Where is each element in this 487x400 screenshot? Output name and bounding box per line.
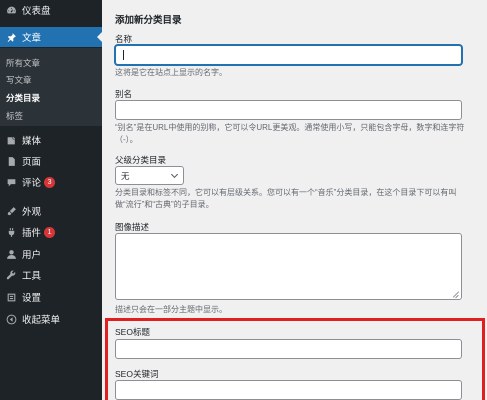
submenu-categories[interactable]: 分类目录 [6,92,40,104]
posts-submenu: 所有文章 写文章 分类目录 标签 [0,48,102,126]
image-description-label: 图像描述 [115,222,150,232]
form-title: 添加新分类目录 [115,15,182,26]
menu-label: 用户 [22,250,42,261]
menu-pages[interactable]: 页面 [0,151,102,171]
menu-posts[interactable]: 文章 [0,27,102,47]
menu-dashboard[interactable]: 仪表盘 [0,0,102,20]
parent-description: 分类目录和标签不同，它可以有层级关系。您可以有一个“音乐”分类目录，在这个目录下… [115,188,457,209]
text-caret [123,50,124,60]
menu-collapse[interactable]: 收起菜单 [0,309,102,329]
comment-icon [5,176,17,188]
collapse-icon [5,313,17,325]
resize-handle-icon[interactable] [453,291,459,297]
name-input[interactable] [115,45,462,65]
submenu-tags[interactable]: 标签 [6,110,23,122]
plugin-icon [5,226,17,238]
seo-highlight-box [105,318,485,400]
parent-category-select[interactable]: 无 [115,166,184,185]
menu-media[interactable]: 媒体 [0,130,102,150]
wrench-icon [5,269,17,281]
menu-label: 工具 [22,271,42,282]
menu-label: 收起菜单 [22,315,61,326]
menu-label: 页面 [22,157,42,168]
image-description-desc: 描述只会在一部分主题中显示。 [115,305,227,314]
menu-label: 文章 [22,33,42,44]
slug-label: 别名 [115,89,133,99]
menu-label: 媒体 [22,136,42,147]
submenu-all-posts[interactable]: 所有文章 [6,57,40,69]
pin-icon [5,31,17,43]
page-icon [5,155,17,167]
plugins-update-badge: 1 [44,226,56,238]
menu-appearance[interactable]: 外观 [0,201,102,221]
parent-label: 父级分类目录 [115,155,167,165]
admin-sidebar: 仪表盘 文章 所有文章 写文章 分类目录 标签 媒体 页面 评论 3 外观 插件… [0,0,102,400]
menu-label: 外观 [22,207,42,218]
add-category-form: 添加新分类目录 名称 这将是它在站点上显示的名字。 别名 “别名”是在URL中使… [102,0,487,400]
menu-label: 设置 [22,293,42,304]
media-icon [5,134,17,146]
menu-plugins[interactable]: 插件 1 [0,222,102,242]
menu-comments[interactable]: 评论 3 [0,172,102,192]
dashboard-icon [5,4,17,16]
image-description-textarea[interactable] [115,233,462,300]
menu-tools[interactable]: 工具 [0,265,102,285]
menu-label: 仪表盘 [22,6,51,17]
name-label: 名称 [115,34,133,44]
menu-users[interactable]: 用户 [0,244,102,264]
chevron-down-icon [170,170,179,179]
menu-label: 插件 [22,228,42,239]
name-description: 这将是它在站点上显示的名字。 [115,68,227,77]
menu-label: 评论 [22,178,42,189]
user-icon [5,248,17,260]
comments-count-badge: 3 [44,176,56,188]
appearance-icon [5,205,17,217]
submenu-new-post[interactable]: 写文章 [6,74,32,86]
slug-input[interactable] [115,100,462,120]
settings-icon [5,291,17,303]
menu-settings[interactable]: 设置 [0,287,102,307]
slug-description: “别名”是在URL中使用的别称，它可以令URL更美观。通常使用小写，只能包含字母… [115,123,465,144]
parent-select-value: 无 [121,171,130,181]
